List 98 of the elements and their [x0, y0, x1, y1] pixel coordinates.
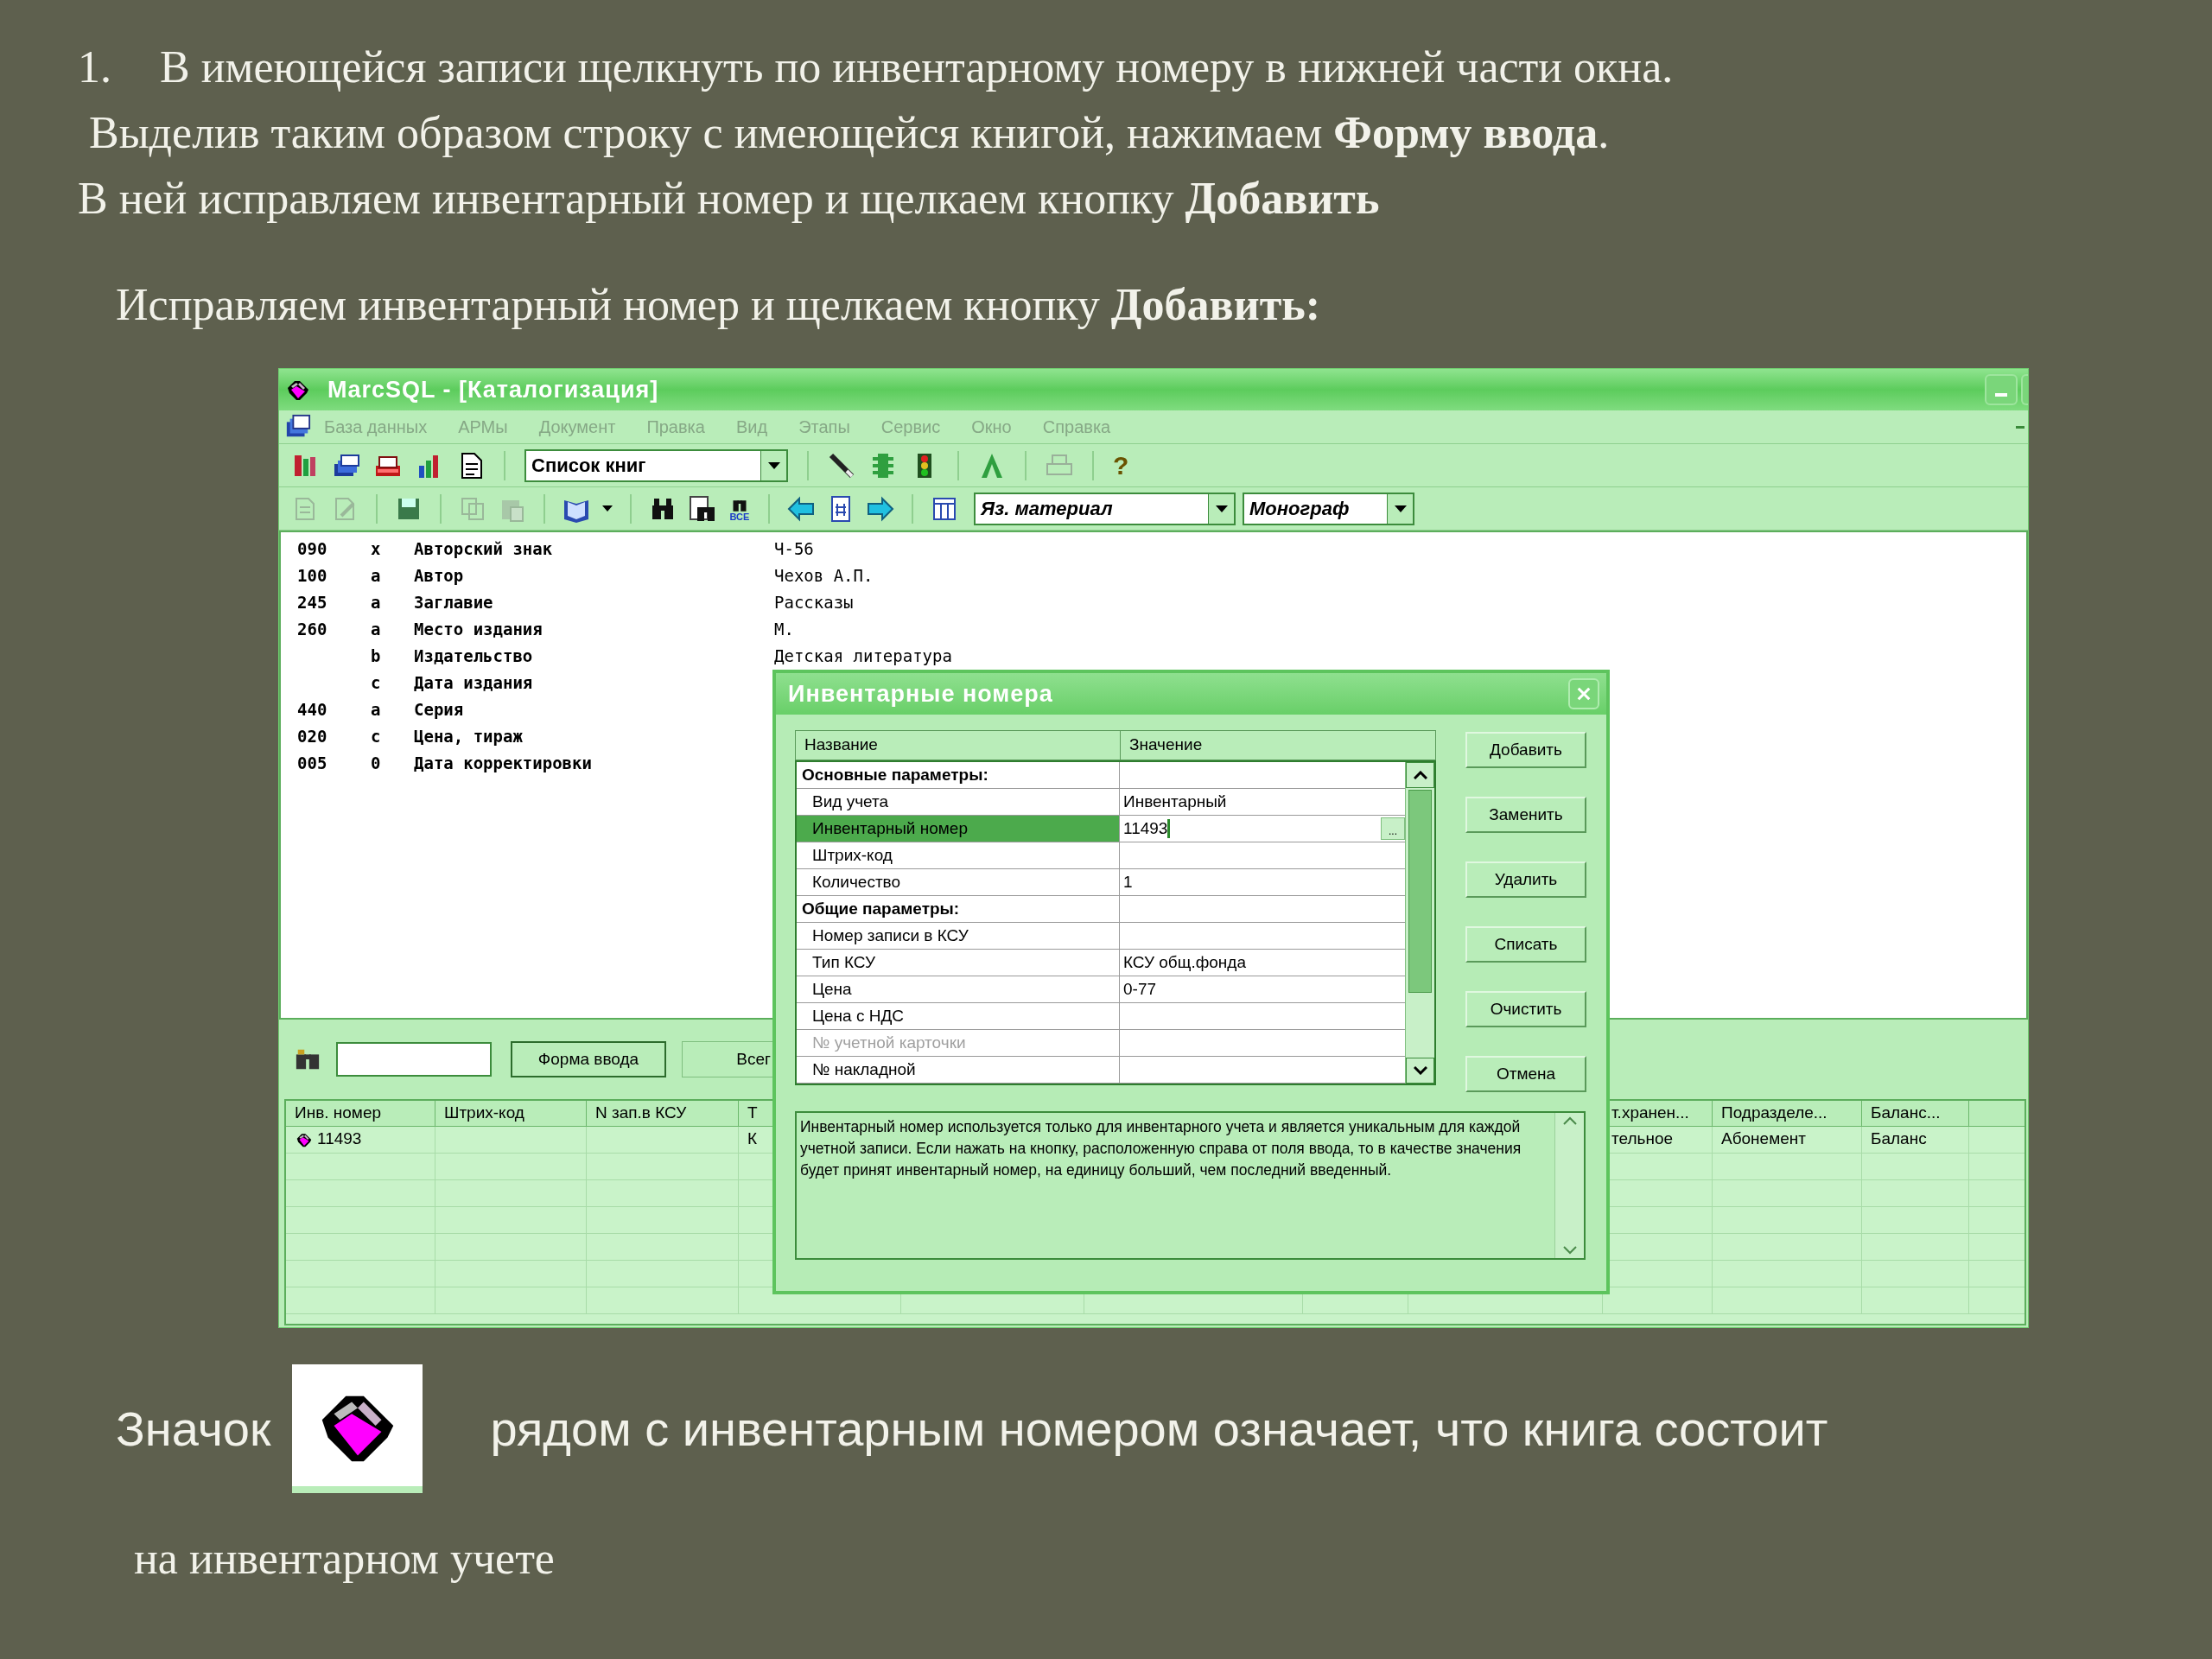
close-icon [1575, 685, 1592, 702]
subheading: Исправляем инвентарный номер и щелкаем кнопку Добавить: [116, 279, 1320, 331]
column-header[interactable]: Название [804, 733, 878, 758]
column-header[interactable]: Значение [1129, 733, 1203, 758]
subfield-code: c [371, 673, 381, 692]
table-cell-text: тельное [1611, 1128, 1674, 1150]
instruction-text: Выделив таким образом строку с имеющейся книгой, нажимаем Форму ввода. [88, 107, 1610, 159]
dialog-button[interactable]: Списать [1465, 926, 1586, 963]
table-cell[interactable]: 11493 [317, 1127, 362, 1152]
scrollbar-thumb[interactable] [1408, 790, 1432, 993]
table-cell-text: К [747, 1128, 758, 1150]
subfield-code: a [371, 566, 381, 585]
column-header[interactable]: Инв. номер [295, 1101, 382, 1126]
property-name: Тип КСУ [812, 951, 875, 973]
instruction-text: В ней исправляем инвентарный номер и щелкаем кнопку Добавить [78, 173, 1380, 225]
column-header[interactable]: т.хранен... [1611, 1101, 1689, 1126]
field-name[interactable]: Автор [414, 566, 464, 585]
arrow-left-icon[interactable] [787, 494, 815, 523]
dialog-button[interactable]: Добавить [1465, 732, 1586, 768]
field-tag: 440 [297, 700, 327, 719]
step-number: 1. [78, 41, 112, 93]
field-tag: 020 [297, 727, 327, 746]
property-name: № учетной карточки [812, 1032, 966, 1053]
instruction-text: В имеющейся записи щелкнуть по инвентарному номеру в нижней части окна. [160, 41, 1674, 93]
field-name[interactable]: Авторский знак [414, 539, 553, 558]
dialog-button[interactable]: Очистить [1465, 991, 1586, 1027]
arrow-right-icon[interactable] [867, 494, 894, 523]
field-value[interactable]: Чехов А.П. [774, 563, 874, 589]
field-name[interactable]: Место издания [414, 620, 543, 639]
column-header[interactable]: Штрих-код [444, 1101, 524, 1126]
caption-text: Значок [116, 1400, 271, 1458]
field-value[interactable]: Ч-56 [774, 536, 814, 563]
arrow-down-icon[interactable] [1413, 1066, 1427, 1075]
property-name: Общие параметры: [802, 898, 960, 919]
field-name[interactable]: Заглавие [414, 593, 493, 612]
property-value: КСУ общ.фонда [1123, 951, 1246, 973]
search-field[interactable] [336, 1042, 492, 1077]
field-value[interactable]: М. [774, 616, 794, 643]
field-value[interactable]: Детская литература [774, 643, 952, 670]
caption-text: рядом с инвентарным номером означает, что книга состоит [490, 1400, 1828, 1458]
caret-icon [1394, 505, 1407, 512]
field-name[interactable]: Издательство [414, 646, 533, 665]
dialog-button[interactable]: Заменить [1465, 797, 1586, 833]
field-tag: 090 [297, 539, 327, 558]
field-name[interactable]: Серия [414, 700, 464, 719]
property-value: 1 [1123, 871, 1133, 893]
pen-icon[interactable] [828, 451, 855, 480]
description-text: Инвентарный номер используется только для инвентарного учета и является уникальным для каждой учетной записи. Если нажать на кнопку, расположенную справа от поля ввода, то в качестве значения будет принят инвентарный номер, на единицу больший, чем последний введенный. [799, 1117, 1522, 1180]
subfield-code: a [371, 700, 381, 719]
subfield-code: a [371, 620, 381, 639]
property-name: Количество [812, 871, 901, 893]
field-tag: 005 [297, 753, 327, 772]
window-title: MarcSQL - [Каталогизация] [327, 375, 659, 404]
field-name[interactable]: Дата корректировки [414, 753, 592, 772]
subfield-code: c [371, 727, 381, 746]
dialog-title: Инвентарные номера [788, 679, 1053, 709]
property-value: 0-77 [1123, 978, 1157, 1000]
property-name: Номер записи в КСУ [812, 925, 969, 946]
property-name: Цена [812, 978, 852, 1000]
property-name: Цена с НДС [812, 1005, 905, 1027]
help-button[interactable]: ? [1113, 452, 1129, 479]
picker-button[interactable]: ... [1381, 817, 1405, 840]
type-dropdown[interactable]: Монограф [1243, 492, 1414, 525]
scrollbar[interactable] [1405, 762, 1434, 1084]
find-document-icon[interactable] [689, 494, 716, 523]
column-header[interactable]: N зап.в КСУ [595, 1101, 687, 1126]
property-name: № накладной [812, 1058, 916, 1080]
dialog-button[interactable]: Удалить [1465, 861, 1586, 898]
property-value: Инвентарный [1123, 791, 1227, 812]
caret-icon[interactable] [602, 505, 613, 512]
field-tag: 245 [297, 593, 327, 612]
field-tag: 260 [297, 620, 327, 639]
field-value[interactable]: Рассказы [774, 589, 854, 616]
table-cell-text: Абонемент [1721, 1128, 1806, 1150]
book-list-dropdown[interactable]: Список книг [524, 448, 788, 482]
property-name: Инвентарный номер [812, 817, 968, 839]
subfield-code: a [371, 593, 381, 612]
column-header[interactable]: Баланс... [1871, 1101, 1941, 1126]
caret-icon [1215, 505, 1228, 512]
subfield-code: x [371, 539, 381, 558]
subfield-code: 0 [371, 753, 381, 772]
subfield-code: b [371, 646, 381, 665]
caret-icon [767, 461, 780, 469]
field-name[interactable]: Дата издания [414, 673, 533, 692]
column-header[interactable]: Т [747, 1101, 758, 1126]
caption-text: на инвентарном учете [134, 1534, 555, 1583]
dialog-button[interactable]: Отмена [1465, 1056, 1586, 1092]
field-name[interactable]: Цена, тираж [414, 727, 523, 746]
table-cell-text: Баланс [1871, 1128, 1927, 1150]
property-name: Штрих-код [812, 844, 893, 866]
property-name: Основные параметры: [802, 764, 988, 785]
column-header[interactable]: Подразделе... [1721, 1101, 1827, 1126]
toolbar-button[interactable]: Форма ввода [511, 1041, 666, 1077]
field-tag: 100 [297, 566, 327, 585]
find-all-button[interactable]: ВСЕ [728, 495, 751, 522]
material-dropdown[interactable]: Яз. материал [974, 492, 1236, 525]
property-name: Вид учета [812, 791, 889, 812]
arrow-up-icon[interactable] [1413, 771, 1427, 779]
